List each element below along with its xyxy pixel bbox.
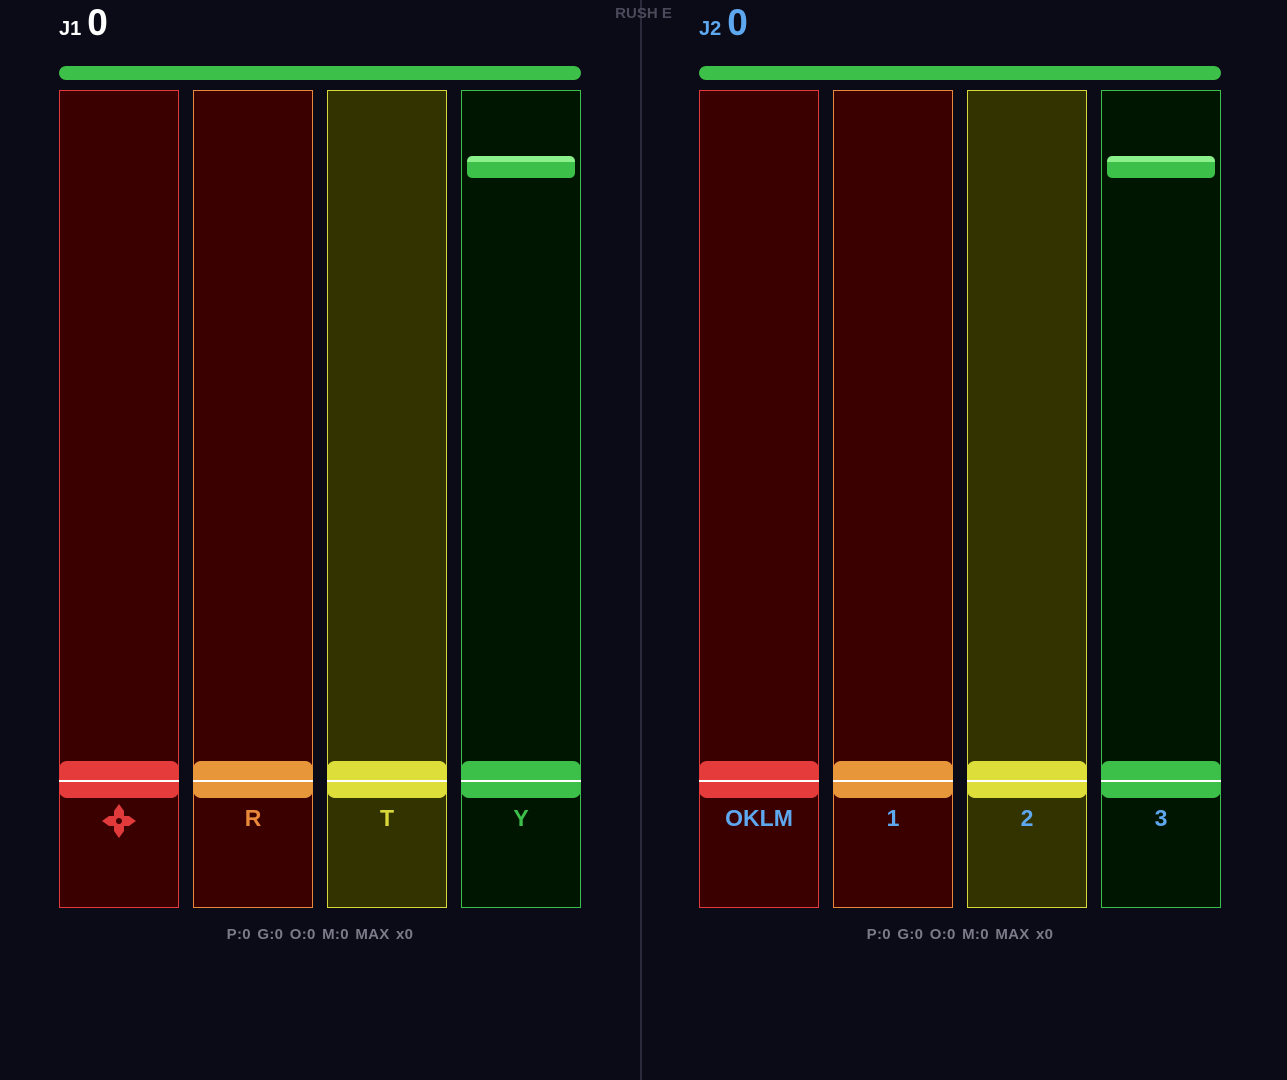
center-divider [640, 0, 642, 1080]
player-1-key-green: Y [513, 805, 529, 831]
player-1-header: J1 0 [59, 2, 108, 43]
player-2-life-fill [699, 66, 1221, 80]
player-2-header: J2 0 [699, 2, 748, 43]
player-2-panel: J2 0 OKLM 1 2 3 P:0 G:0 O:0 M:0 MAX x0 [699, 0, 1221, 1080]
player-2-key-orange: 1 [886, 805, 900, 831]
player-2-note [1107, 156, 1215, 178]
player-2-score: 0 [727, 2, 748, 43]
player-1-hitline-yellow [327, 780, 447, 782]
player-2-hitline-yellow [967, 780, 1087, 782]
player-1-life-fill [59, 66, 581, 80]
player-2-hitline-red [699, 780, 819, 782]
player-1-stats: P:0 G:0 O:0 M:0 MAX x0 [226, 926, 414, 943]
dpad-icon [102, 804, 136, 838]
player-1-score: 0 [87, 2, 108, 43]
player-2-stats: P:0 G:0 O:0 M:0 MAX x0 [866, 926, 1054, 943]
player-2-label: J2 [699, 18, 722, 40]
player-2-hitline-orange [833, 780, 953, 782]
player-1-note [467, 156, 575, 178]
player-2-hitline-green [1101, 780, 1221, 782]
player-2-key-yellow: 2 [1020, 805, 1034, 831]
player-1-hitline-red [59, 780, 179, 782]
player-1-hitline-green [461, 780, 581, 782]
player-2-key-red: OKLM [725, 805, 793, 831]
player-1-life-bar [59, 66, 581, 80]
player-1-key-yellow: T [379, 805, 395, 831]
player-2-life-bar [699, 66, 1221, 80]
player-1-hitline-orange [193, 780, 313, 782]
player-2-key-green: 3 [1154, 805, 1168, 831]
player-1-label: J1 [59, 18, 82, 40]
player-1-key-orange: R [244, 805, 262, 831]
player-1-panel: J1 0 R T Y P:0 G:0 O:0 M:0 MAX x0 [59, 0, 581, 1080]
